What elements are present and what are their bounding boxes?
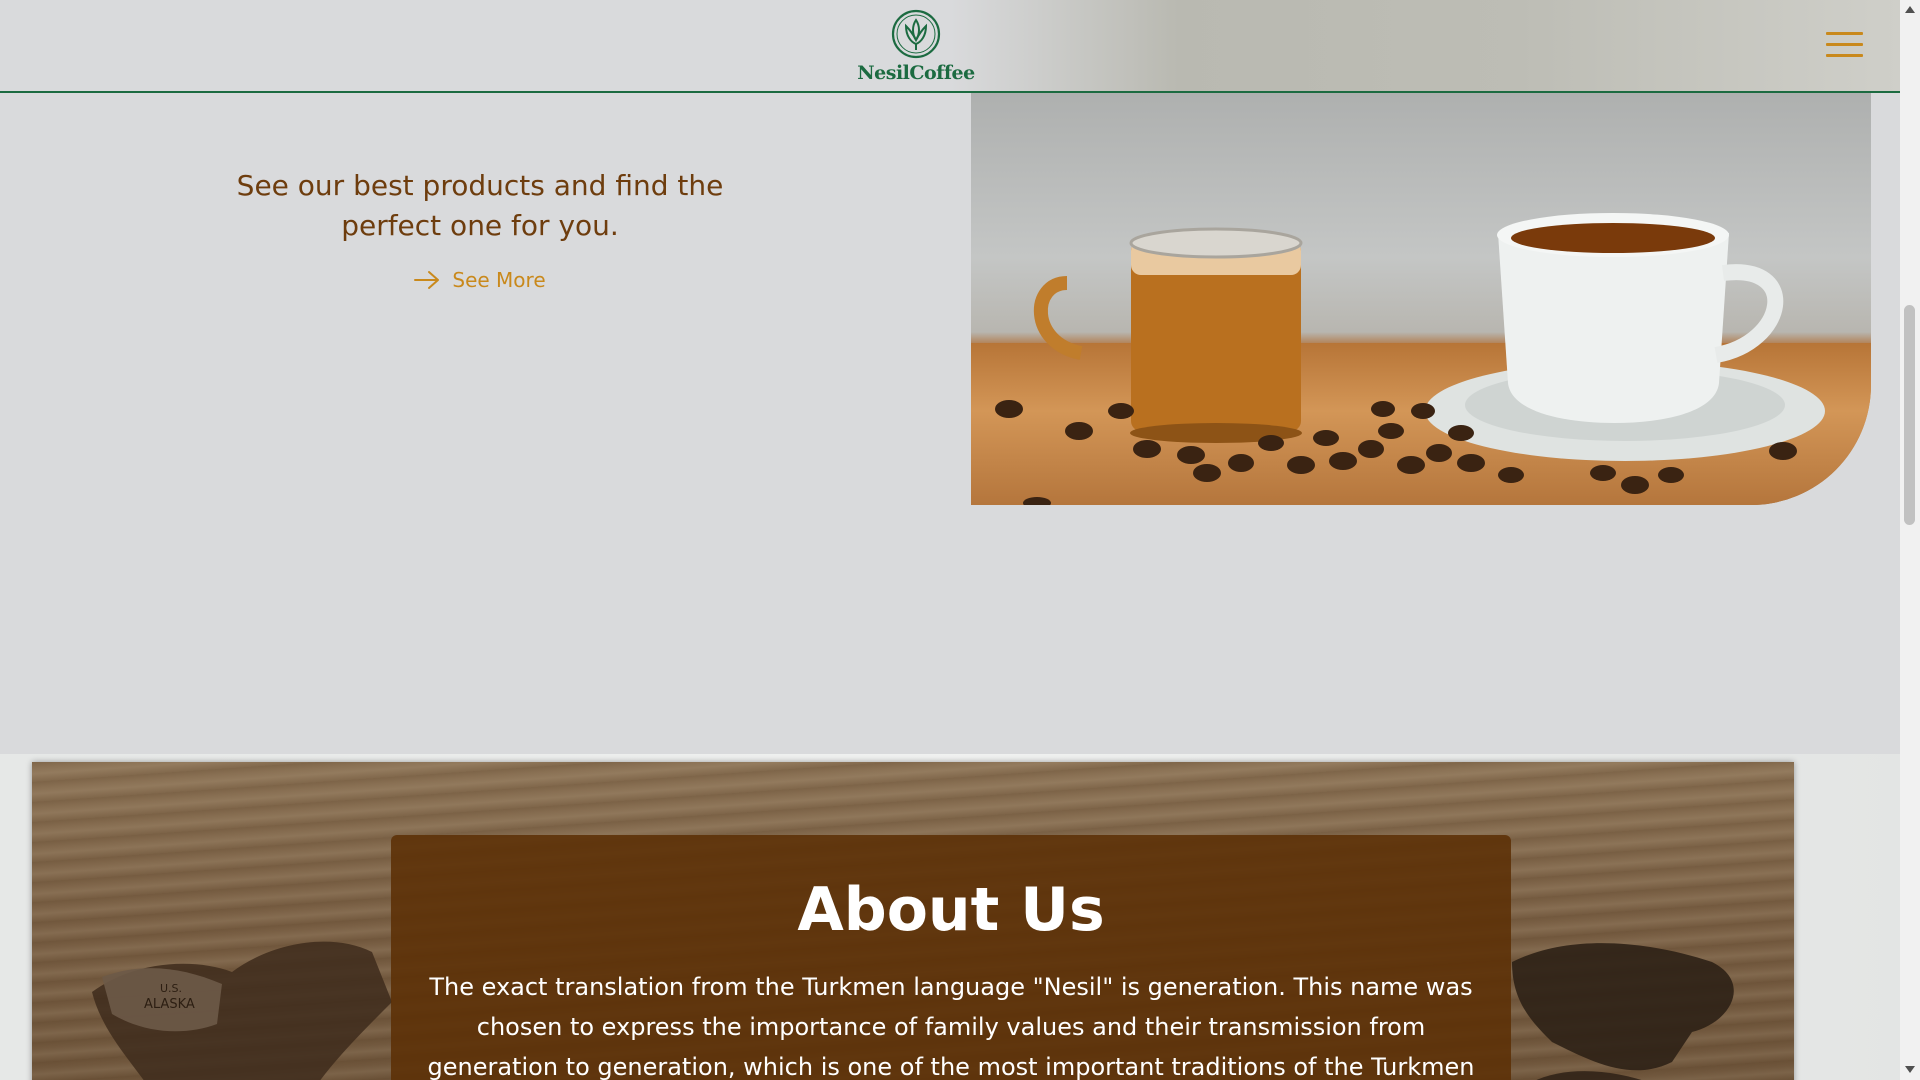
see-more-label: See More — [452, 268, 546, 292]
hero-text-block: See our best products and find the perfe… — [230, 166, 730, 294]
brand-name: NesilCoffee — [857, 62, 975, 84]
coffee-cups-illustration — [995, 213, 1825, 505]
about-us-paragraph: The exact translation from the Turkmen l… — [427, 973, 1475, 1080]
map-label-alaska: ALASKA — [144, 997, 195, 1012]
menu-line — [1826, 43, 1863, 46]
hero-heading: See our best products and find the perfe… — [236, 169, 724, 242]
scroll-thumb[interactable] — [1904, 305, 1915, 525]
about-us-card: About Us The exact translation from the … — [391, 835, 1511, 1080]
coffee-cups-with-beans-photo — [971, 93, 1871, 505]
map-label-us: U.S. — [160, 982, 182, 995]
tulip-emblem-icon — [891, 9, 941, 59]
page-scrollbar[interactable] — [1900, 0, 1920, 1080]
brand-logo[interactable]: NesilCoffee — [856, 8, 976, 86]
site-header: NesilCoffee — [0, 0, 1900, 93]
see-more-link[interactable]: See More — [414, 268, 546, 292]
menu-line — [1826, 32, 1863, 35]
menu-line — [1826, 54, 1863, 57]
scroll-down-arrow-icon[interactable] — [1905, 1066, 1915, 1073]
arrow-right-icon — [414, 271, 440, 289]
about-us-title: About Us — [797, 875, 1105, 945]
scroll-up-arrow-icon[interactable] — [1905, 6, 1915, 13]
hamburger-menu-button[interactable] — [1826, 30, 1866, 60]
